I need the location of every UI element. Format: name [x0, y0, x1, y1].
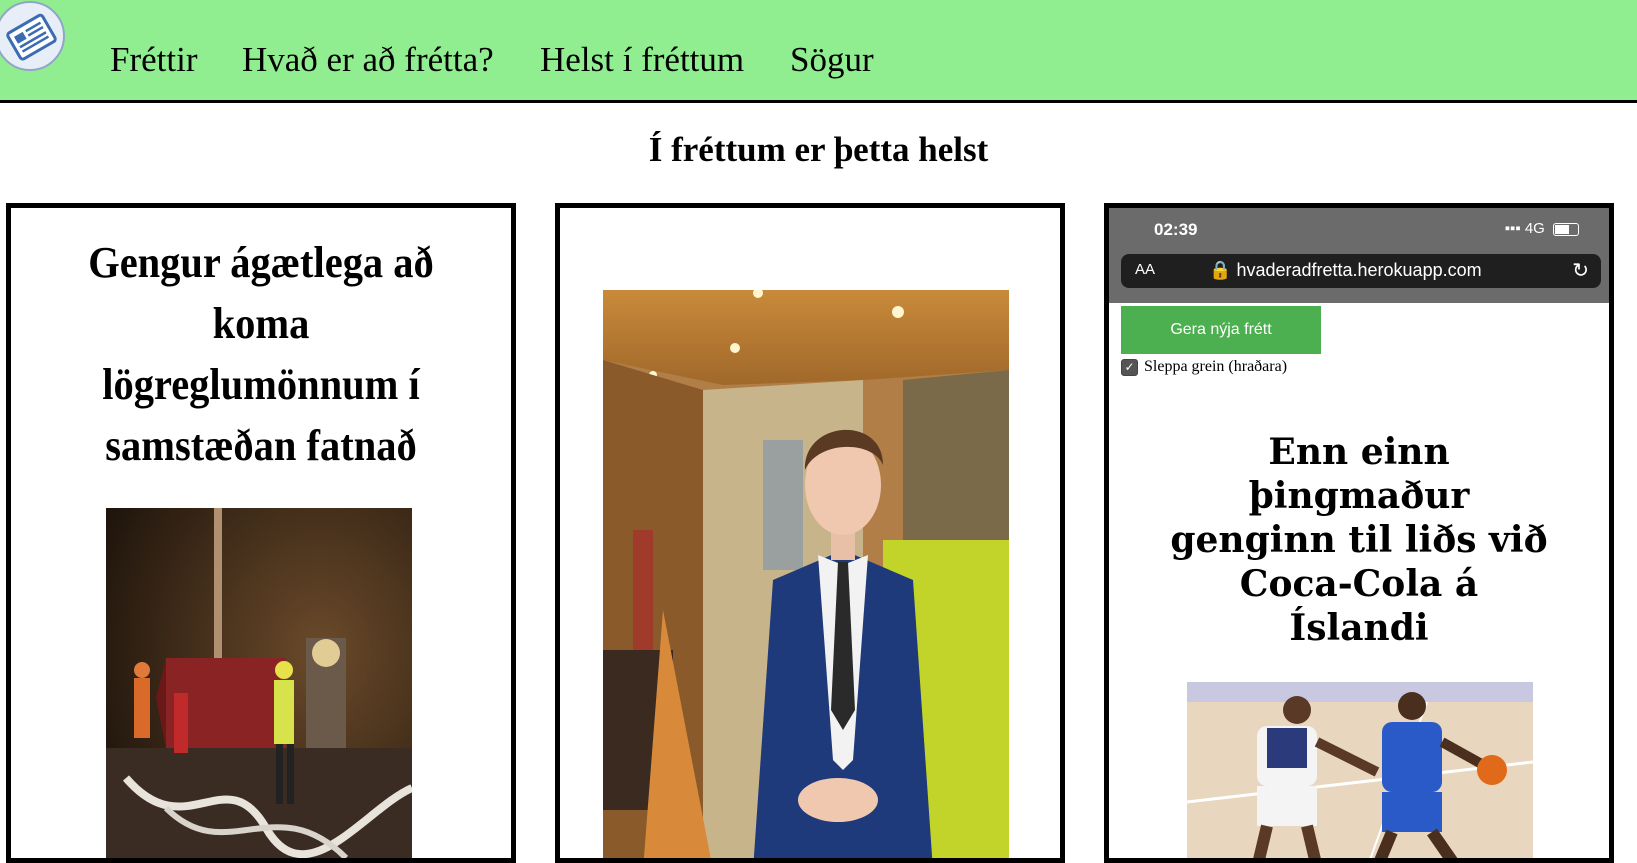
new-story-button: Gera nýja frétt — [1121, 306, 1321, 354]
basketball-players-photo — [1187, 682, 1533, 858]
url-value: hvaderadfretta.herokuapp.com — [1236, 260, 1482, 280]
phone-status-bar: 02:39 ▪▪▪ 4G AA 🔒 hvaderadfretta.herokua… — [1109, 208, 1609, 303]
newspaper-icon[interactable] — [0, 0, 68, 74]
page-title: Í fréttum er þetta helst — [648, 130, 989, 169]
top-navbar: Fréttir Hvað er að frétta? Helst í frétt… — [0, 0, 1637, 103]
card-heading: Gengur ágætlega að koma lögreglumönnum í… — [88, 238, 434, 470]
nav-item-frettir[interactable]: Fréttir — [110, 38, 197, 82]
phone-signal: ▪▪▪ 4G — [1505, 220, 1579, 237]
url-text: 🔒 hvaderadfretta.herokuapp.com — [1209, 260, 1482, 281]
lock-icon: 🔒 — [1209, 260, 1232, 280]
news-card-2[interactable] — [555, 203, 1065, 863]
battery-icon — [1553, 222, 1579, 236]
nav-item-helst-i-frettum[interactable]: Helst í fréttum — [540, 38, 744, 82]
url-bar: AA 🔒 hvaderadfretta.herokuapp.com ↻ — [1121, 254, 1601, 288]
text-size-label: AA — [1135, 261, 1156, 278]
card-heading: Enn einn þingmaður genginn til liðs við … — [1170, 431, 1548, 649]
news-card-1[interactable]: Gengur ágætlega að koma lögreglumönnum í… — [6, 203, 516, 863]
skip-checkbox: ✓ — [1121, 358, 1138, 376]
skip-label: Sleppa grein (hraðara) — [1144, 358, 1288, 375]
man-in-suit-portrait-photo — [603, 290, 1009, 858]
nav-item-hvad-er-ad-fretta[interactable]: Hvað er að frétta? — [242, 38, 494, 82]
nav-item-sogur[interactable]: Sögur — [790, 38, 874, 82]
phone-network: 4G — [1524, 220, 1545, 237]
news-card-3[interactable]: 02:39 ▪▪▪ 4G AA 🔒 hvaderadfretta.herokua… — [1104, 203, 1614, 863]
phone-time: 02:39 — [1154, 220, 1198, 239]
skip-article-row: ✓ Sleppa grein (hraðara) — [1121, 358, 1287, 376]
signal-icon: ▪▪▪ — [1504, 220, 1525, 237]
reload-icon: ↻ — [1572, 260, 1589, 282]
rescue-workers-at-night-photo — [106, 508, 412, 858]
